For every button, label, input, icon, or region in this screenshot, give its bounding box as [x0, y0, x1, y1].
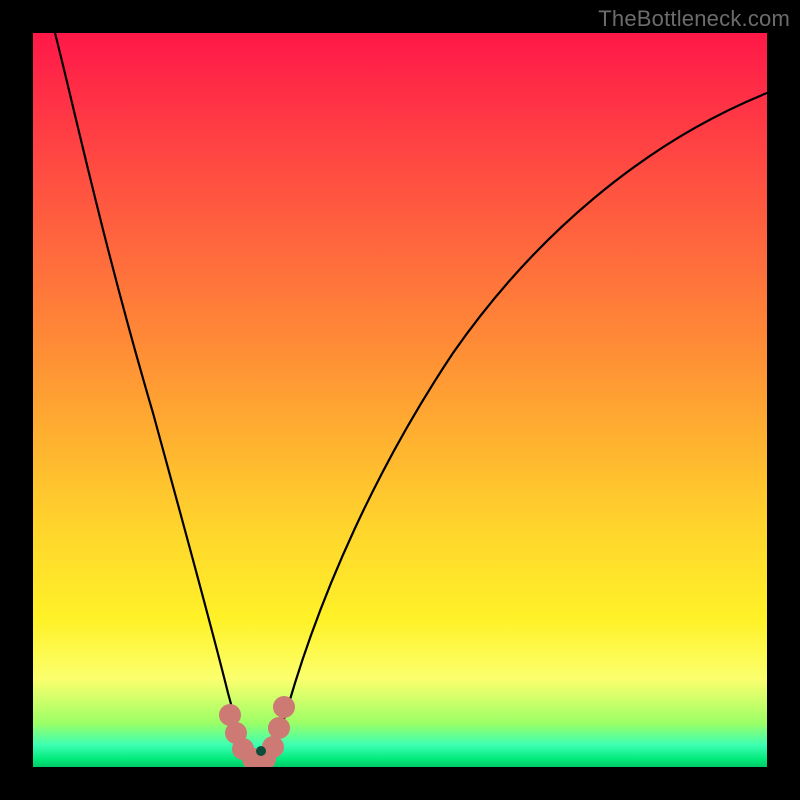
bottleneck-curve — [33, 33, 767, 767]
chart-plot-area — [33, 33, 767, 767]
curve-path — [55, 33, 767, 761]
curve-marker-cluster — [219, 696, 295, 767]
watermark-text: TheBottleneck.com — [598, 6, 790, 32]
